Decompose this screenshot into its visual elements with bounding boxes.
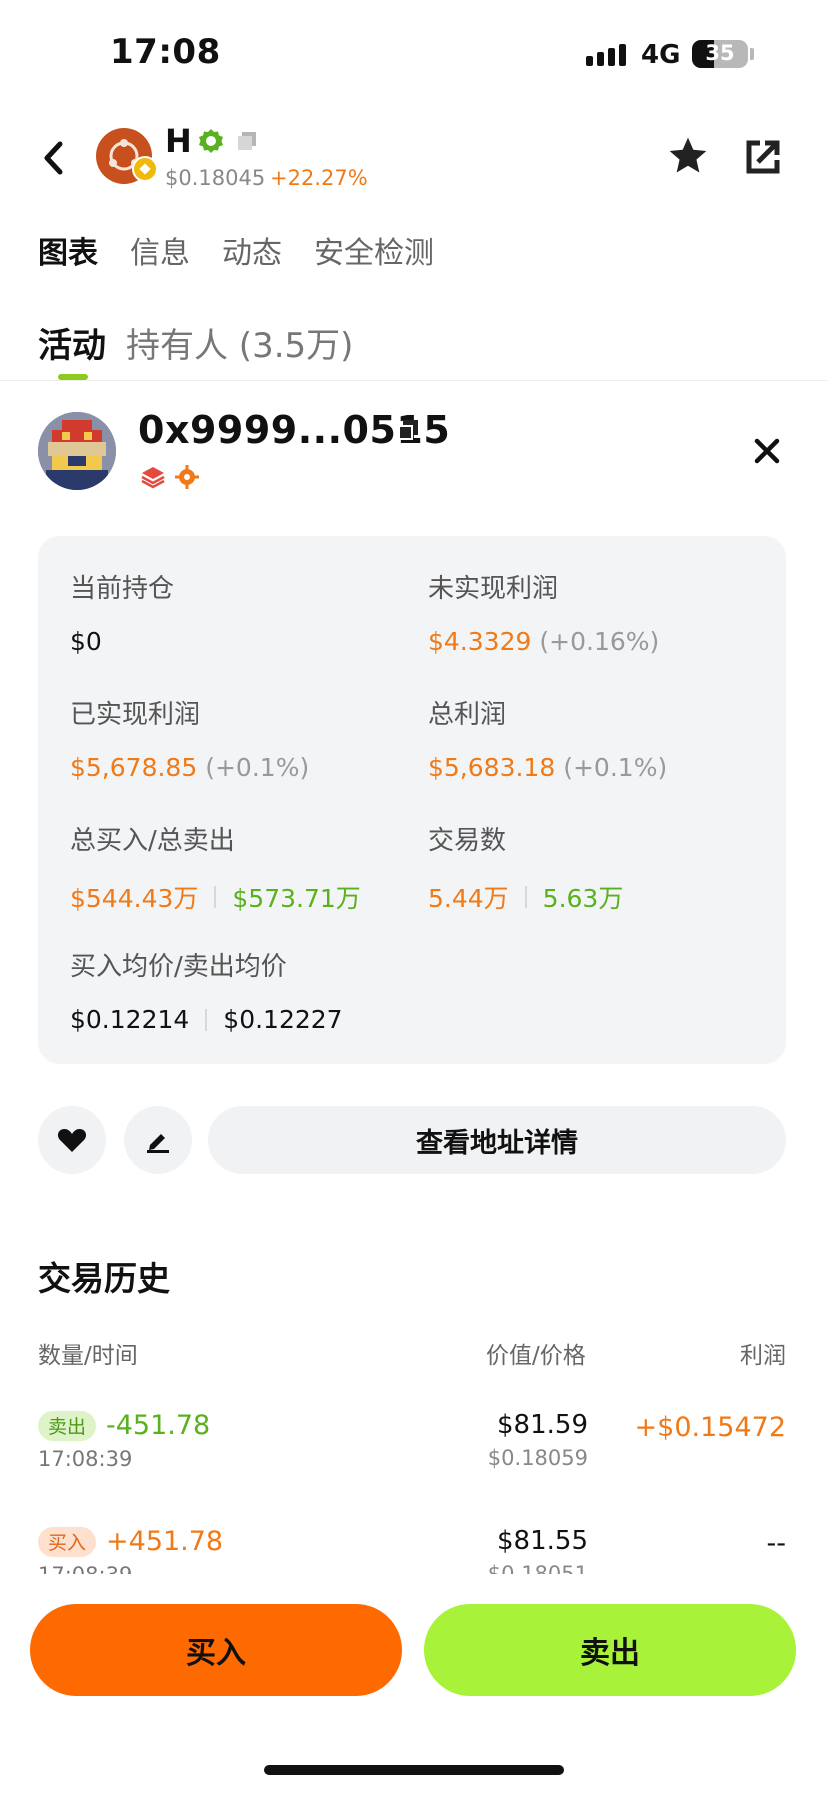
network-label: 4G — [641, 40, 681, 70]
stat-value: $0.12214 $0.12227 — [70, 1005, 343, 1034]
trade-profit: +$0.15472 — [634, 1412, 786, 1443]
chain-badge-icon — [132, 156, 158, 182]
stat-value: $5,683.18 (+0.1%) — [428, 753, 668, 782]
pencil-icon — [147, 1134, 169, 1153]
stat-value: $0 — [70, 627, 102, 656]
trade-time: 17:08:39 — [38, 1563, 223, 1574]
stats-card: 当前持仓 $0 未实现利润 $4.3329 (+0.16%) 已实现利润 $5,6… — [38, 536, 786, 1064]
trade-quantity: -451.78 — [106, 1410, 211, 1441]
column-header-qty-time: 数量/时间 — [38, 1343, 138, 1369]
column-header-profit: 利润 — [740, 1343, 786, 1369]
star-icon — [669, 137, 707, 173]
favorite-address-button[interactable] — [38, 1106, 106, 1174]
tab-activity-feed[interactable]: 动态 — [222, 228, 282, 272]
trade-price: $0.18059 — [487, 1446, 588, 1470]
stat-label: 总利润 — [428, 700, 507, 730]
tab-holders[interactable]: 持有人 (3.5万) — [126, 318, 353, 367]
home-indicator[interactable] — [264, 1765, 564, 1775]
stat-total-profit: 总利润 $5,683.18 (+0.1%) — [428, 694, 667, 782]
stat-label: 当前持仓 — [70, 574, 175, 604]
battery-tip — [750, 48, 754, 60]
history-title: 交易历史 — [38, 1259, 170, 1298]
column-header-value-price: 价值/价格 — [486, 1343, 586, 1369]
favorite-star-button[interactable] — [666, 134, 710, 178]
stat-label: 总买入/总卖出 — [70, 826, 235, 856]
tab-info[interactable]: 信息 — [130, 228, 190, 272]
token-name: H — [165, 122, 192, 160]
layers-tag-icon — [140, 464, 166, 490]
stat-buy-sell-total: 总买入/总卖出 $544.43万 $573.71万 — [70, 820, 361, 915]
stat-unrealized: 未实现利润 $4.3329 (+0.16%) — [428, 568, 659, 656]
stat-value: 5.44万 5.63万 — [428, 884, 624, 913]
token-change: +22.27% — [270, 166, 368, 190]
trade-type-badge: 卖出 — [38, 1410, 97, 1441]
stat-value: $4.3329 (+0.16%) — [428, 627, 660, 656]
trade-quantity: +451.78 — [106, 1526, 224, 1557]
stat-label: 买入均价/卖出均价 — [70, 952, 287, 982]
chevron-left-icon — [44, 141, 63, 175]
stat-realized: 已实现利润 $5,678.85 (+0.1%) — [70, 694, 309, 782]
share-icon — [746, 140, 780, 174]
buy-button[interactable]: 买入 — [30, 1604, 402, 1696]
table-row[interactable]: 买入 +451.78 17:08:39 $81.55 $0.18051 -- — [0, 1518, 828, 1574]
divider — [0, 380, 828, 381]
token-price: $0.18045 — [165, 166, 266, 190]
tab-security-check[interactable]: 安全检测 — [314, 228, 434, 272]
copy-address-icon[interactable] — [396, 418, 420, 442]
target-tag-icon — [174, 464, 200, 490]
stat-value: $5,678.85 (+0.1%) — [70, 753, 310, 782]
trade-profit: -- — [766, 1528, 787, 1559]
trade-price: $0.18051 — [487, 1562, 588, 1574]
tab-chart[interactable]: 图表 — [38, 228, 98, 272]
edit-note-button[interactable] — [124, 1106, 192, 1174]
stat-value: $544.43万 $573.71万 — [70, 884, 361, 913]
avatar — [38, 412, 116, 490]
trade-value: $81.55 — [497, 1526, 588, 1556]
sell-button[interactable]: 卖出 — [424, 1604, 796, 1696]
trade-time: 17:08:39 — [38, 1447, 133, 1471]
tab-activity[interactable]: 活动 — [38, 318, 106, 367]
stat-label: 未实现利润 — [428, 574, 559, 604]
battery-icon: 35 — [692, 40, 748, 68]
share-button[interactable] — [744, 138, 782, 176]
close-icon — [754, 438, 780, 464]
stat-label: 交易数 — [428, 826, 507, 856]
stat-tx-count: 交易数 5.44万 5.63万 — [428, 820, 623, 915]
view-address-details-button[interactable]: 查看地址详情 — [208, 1106, 786, 1174]
stat-label: 已实现利润 — [70, 700, 201, 730]
stat-avg-price: 买入均价/卖出均价 $0.12214 $0.12227 — [70, 946, 343, 1034]
verified-icon — [198, 128, 224, 154]
trade-type-badge: 买入 — [38, 1526, 97, 1557]
trade-value: $81.59 — [497, 1410, 588, 1440]
close-button[interactable] — [752, 436, 782, 466]
back-button[interactable] — [38, 138, 68, 178]
primary-tabs: 图表 信息 动态 安全检测 — [38, 228, 434, 272]
signal-icon — [586, 42, 626, 66]
stat-position: 当前持仓 $0 — [70, 568, 174, 656]
heart-icon — [57, 1129, 87, 1152]
status-time: 17:08 — [110, 32, 221, 72]
secondary-tabs: 活动 持有人 (3.5万) — [38, 318, 353, 367]
trade-value-cell: $81.59 $0.18059 — [488, 1410, 588, 1470]
battery-level: 35 — [705, 41, 735, 65]
table-row[interactable]: 卖出 -451.78 17:08:39 — [38, 1410, 210, 1471]
copy-icon[interactable] — [236, 130, 258, 152]
